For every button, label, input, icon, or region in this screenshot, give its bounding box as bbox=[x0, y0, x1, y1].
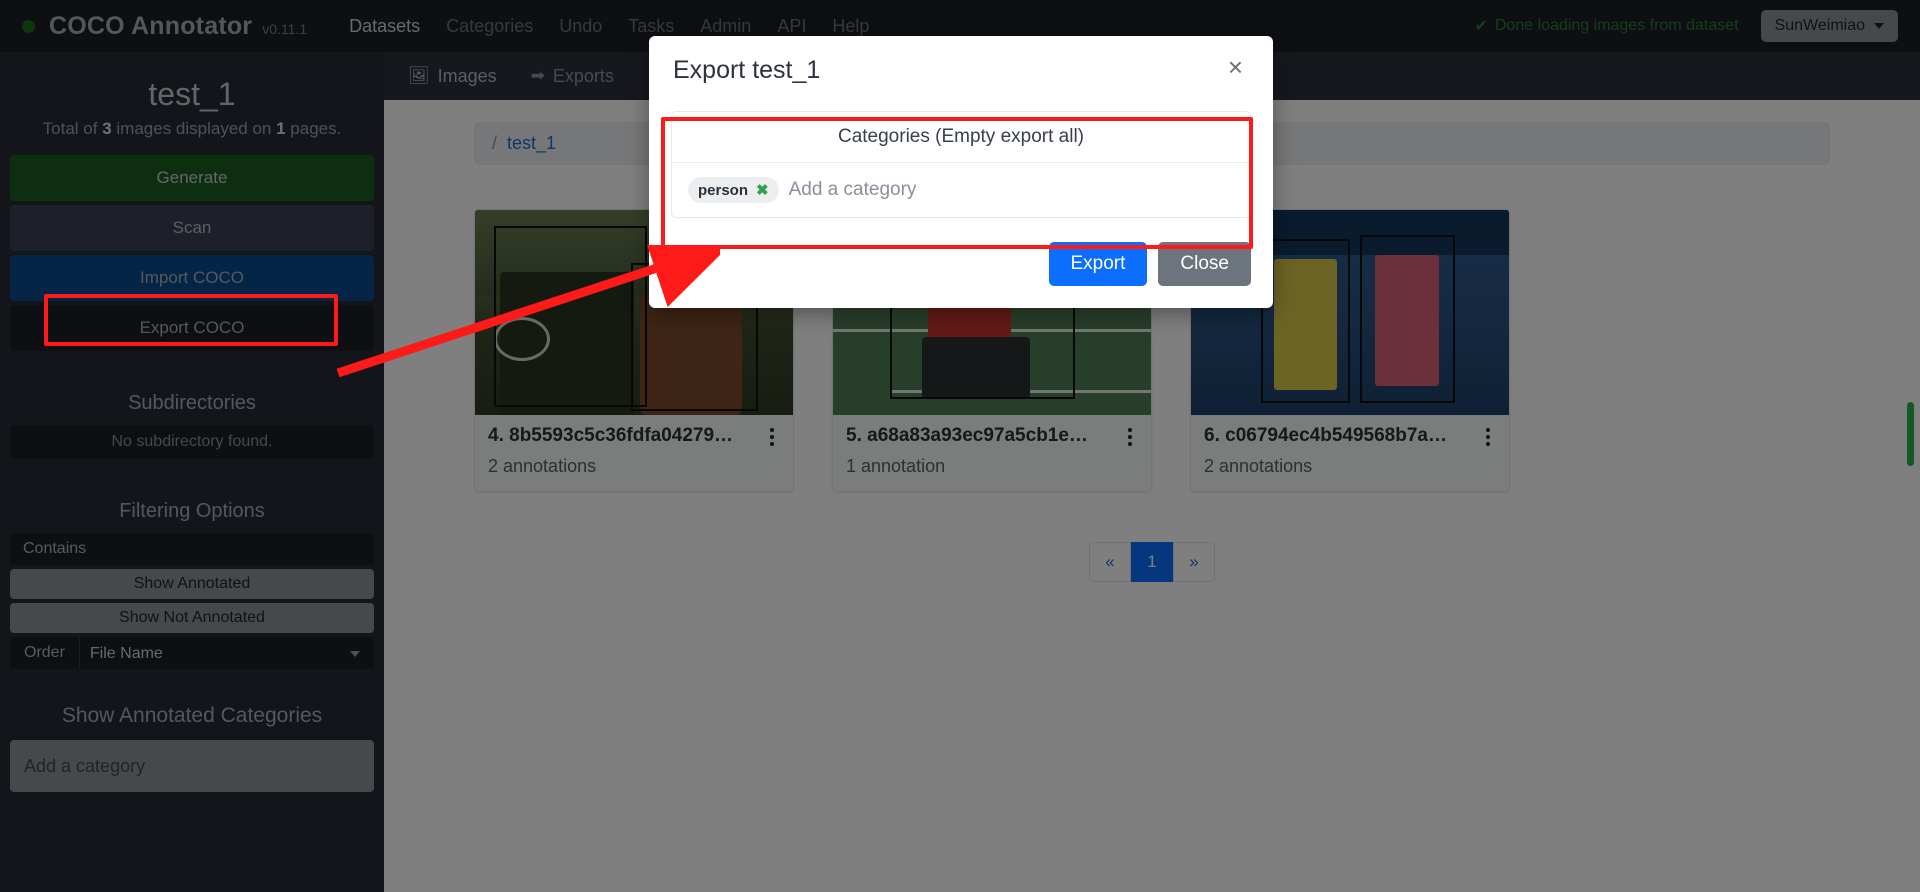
category-tag-person[interactable]: person ✖ bbox=[688, 177, 779, 203]
remove-tag-icon[interactable]: ✖ bbox=[756, 181, 769, 199]
close-icon[interactable]: × bbox=[1222, 54, 1249, 80]
modal-export-button[interactable]: Export bbox=[1048, 242, 1148, 286]
modal-body: Categories (Empty export all) person ✖ A… bbox=[649, 105, 1273, 222]
add-category-placeholder[interactable]: Add a category bbox=[789, 179, 917, 201]
app-root: COCO Annotator v0.11.1 Datasets Categori… bbox=[0, 0, 1920, 892]
modal-footer: Export Close bbox=[649, 222, 1273, 308]
modal-title: Export test_1 bbox=[673, 56, 821, 84]
categories-card: Categories (Empty export all) person ✖ A… bbox=[671, 111, 1251, 218]
export-modal: Export test_1 × Categories (Empty export… bbox=[649, 36, 1273, 308]
categories-card-header: Categories (Empty export all) bbox=[837, 126, 1085, 147]
category-tag-label: person bbox=[698, 181, 749, 199]
categories-input-area[interactable]: person ✖ Add a category bbox=[672, 162, 1250, 217]
modal-close-button[interactable]: Close bbox=[1158, 242, 1251, 286]
modal-header: Export test_1 × bbox=[649, 36, 1273, 105]
